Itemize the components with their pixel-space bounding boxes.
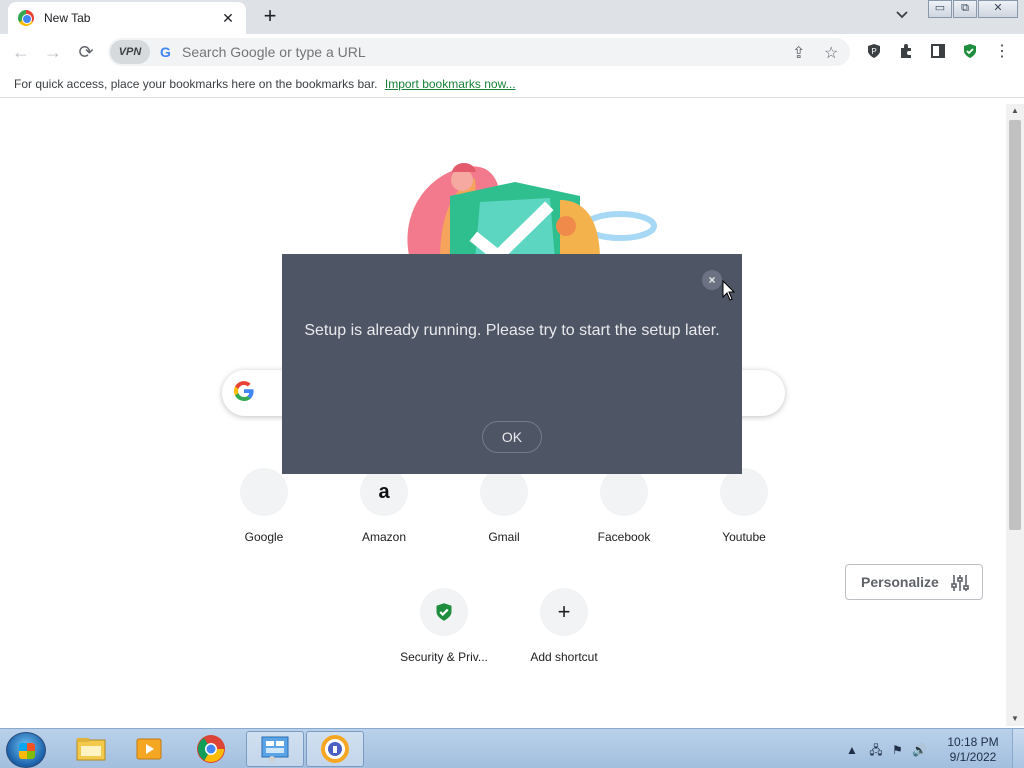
address-input[interactable] bbox=[182, 44, 782, 60]
page-scrollbar[interactable]: ▲ ▼ bbox=[1006, 104, 1024, 726]
bookmarks-bar-message: For quick access, place your bookmarks h… bbox=[14, 77, 378, 91]
personalize-button[interactable]: Personalize bbox=[845, 564, 983, 600]
scroll-thumb[interactable] bbox=[1009, 120, 1021, 530]
google-g-logo-icon bbox=[232, 379, 256, 410]
amazon-glyph: a bbox=[378, 480, 390, 503]
share-icon[interactable]: ⇪ bbox=[792, 43, 805, 63]
tab-new-tab[interactable]: New Tab ✕ bbox=[8, 2, 246, 34]
shortcut-label: Gmail bbox=[488, 530, 520, 544]
security-shield-icon[interactable] bbox=[961, 43, 979, 61]
side-panel-icon[interactable] bbox=[929, 43, 947, 61]
new-tab-button[interactable]: + bbox=[258, 5, 282, 29]
reload-icon[interactable]: ⟳ bbox=[75, 41, 97, 63]
setup-dialog: × Setup is already running. Please try t… bbox=[282, 254, 742, 474]
minimize-button[interactable]: ▭ bbox=[928, 0, 952, 18]
shortcut-amazon[interactable]: a Amazon bbox=[328, 462, 440, 558]
window-close-button[interactable]: ✕ bbox=[978, 0, 1018, 18]
media-player-icon[interactable] bbox=[120, 731, 178, 767]
plus-icon: + bbox=[540, 588, 588, 636]
clock-date: 9/1/2022 bbox=[949, 750, 997, 764]
tab-title: New Tab bbox=[44, 11, 91, 25]
shortcut-security-privacy[interactable]: Security & Priv... bbox=[388, 582, 500, 678]
browser-toolbar: ← → ⟳ VPN G ⇪ ☆ P ⋮ bbox=[0, 34, 1024, 70]
show-hidden-icons-icon[interactable]: ▲ bbox=[846, 743, 858, 757]
shortcut-youtube[interactable]: Youtube bbox=[688, 462, 800, 558]
tab-strip: New Tab ✕ + ▭ ⧉ ✕ bbox=[0, 0, 1024, 34]
windows-taskbar: ▲ 🖧 ⚑ 🔊 10:18 PM 9/1/2022 bbox=[0, 728, 1024, 768]
gmail-icon bbox=[480, 468, 528, 516]
svg-text:P: P bbox=[871, 47, 876, 56]
shortcut-google[interactable]: Google bbox=[208, 462, 320, 558]
google-g-icon: G bbox=[160, 44, 171, 60]
bookmark-star-icon[interactable]: ☆ bbox=[824, 43, 838, 63]
start-button[interactable] bbox=[6, 732, 46, 768]
ok-button[interactable]: OK bbox=[482, 421, 542, 453]
action-center-flag-icon[interactable]: ⚑ bbox=[892, 743, 903, 757]
menu-kebab-icon[interactable]: ⋮ bbox=[993, 43, 1011, 61]
plus-glyph: + bbox=[557, 599, 571, 624]
taskbar-clock[interactable]: 10:18 PM 9/1/2022 bbox=[940, 735, 1006, 765]
scroll-down-arrow-icon[interactable]: ▼ bbox=[1006, 712, 1024, 726]
shield-check-icon bbox=[420, 588, 468, 636]
shortcut-label: Security & Priv... bbox=[400, 650, 488, 664]
show-desktop-button[interactable] bbox=[1012, 729, 1024, 768]
mouse-cursor-icon bbox=[722, 280, 736, 301]
youtube-icon bbox=[720, 468, 768, 516]
vpn-button[interactable]: VPN bbox=[110, 40, 150, 64]
network-icon[interactable]: 🖧 bbox=[869, 743, 882, 757]
extensions-puzzle-icon[interactable] bbox=[897, 43, 915, 61]
amazon-icon: a bbox=[360, 468, 408, 516]
shortcut-label: Google bbox=[244, 530, 284, 544]
facebook-icon bbox=[600, 468, 648, 516]
import-bookmarks-link[interactable]: Import bookmarks now... bbox=[385, 77, 516, 91]
shortcut-label: Amazon bbox=[361, 530, 407, 544]
forward-arrow-icon[interactable]: → bbox=[42, 41, 64, 63]
shortcut-label: Add shortcut bbox=[530, 650, 598, 664]
browser-app-icon[interactable] bbox=[306, 731, 364, 767]
sliders-icon bbox=[950, 573, 970, 596]
tab-search-chevron-icon[interactable] bbox=[896, 8, 908, 22]
dialog-close-icon[interactable]: × bbox=[702, 270, 722, 290]
security-illustration bbox=[407, 163, 657, 260]
scroll-up-arrow-icon[interactable]: ▲ bbox=[1006, 104, 1024, 118]
chrome-icon[interactable] bbox=[182, 731, 240, 767]
omnibox[interactable]: VPN G ⇪ ☆ bbox=[108, 38, 850, 66]
clock-time: 10:18 PM bbox=[947, 735, 999, 749]
file-explorer-icon[interactable] bbox=[62, 731, 120, 767]
shortcut-label: Youtube bbox=[722, 530, 766, 544]
add-shortcut-button[interactable]: + Add shortcut bbox=[508, 582, 620, 678]
shortcut-gmail[interactable]: Gmail bbox=[448, 462, 560, 558]
dialog-message: Setup is already running. Please try to … bbox=[304, 322, 720, 339]
bookmarks-bar: For quick access, place your bookmarks h… bbox=[0, 70, 1024, 98]
shortcut-facebook[interactable]: Facebook bbox=[568, 462, 680, 558]
google-icon bbox=[240, 468, 288, 516]
control-panel-icon[interactable] bbox=[246, 731, 304, 767]
browser-logo-icon bbox=[18, 10, 34, 26]
system-tray: ▲ 🖧 ⚑ 🔊 bbox=[846, 741, 927, 762]
privacy-extension-icon[interactable]: P bbox=[865, 43, 883, 61]
personalize-label: Personalize bbox=[861, 574, 939, 590]
restore-button[interactable]: ⧉ bbox=[953, 0, 977, 18]
volume-icon[interactable]: 🔊 bbox=[912, 743, 927, 757]
tab-close-icon[interactable]: ✕ bbox=[220, 10, 236, 27]
shortcut-label: Facebook bbox=[597, 530, 651, 544]
back-arrow-icon[interactable]: ← bbox=[10, 41, 32, 63]
